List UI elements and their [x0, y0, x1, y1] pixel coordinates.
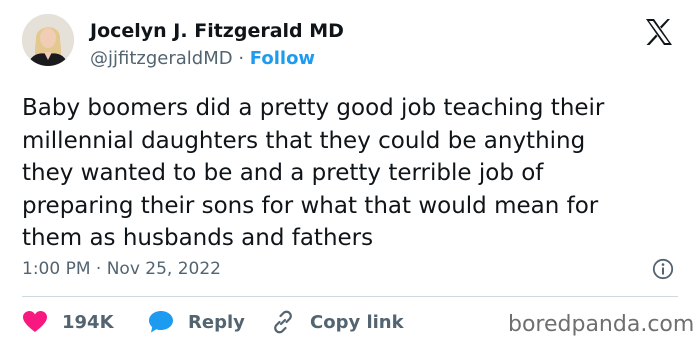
- link-icon: [274, 310, 292, 334]
- tweet-line: Baby boomers did a pretty good job teach…: [22, 95, 605, 121]
- like-button[interactable]: 194K: [22, 308, 114, 336]
- author-handle-row: @jjfitzgeraldMD · Follow: [90, 48, 315, 69]
- author-name[interactable]: Jocelyn J. Fitzgerald MD: [90, 20, 344, 42]
- like-count: 194K: [62, 311, 114, 333]
- tweet-timestamp[interactable]: 1:00 PM · Nov 25, 2022: [22, 259, 221, 279]
- tweet-line: millennial daughters that they could be …: [22, 127, 586, 154]
- info-icon[interactable]: [652, 258, 674, 280]
- x-logo-icon[interactable]: [644, 18, 674, 46]
- follow-button[interactable]: Follow: [250, 48, 315, 69]
- copy-link-label: Copy link: [310, 311, 404, 333]
- reply-button[interactable]: Reply: [148, 308, 245, 336]
- divider: [22, 296, 678, 297]
- reply-label: Reply: [188, 311, 245, 333]
- speech-bubble-icon: [149, 311, 173, 333]
- watermark: boredpanda.com: [508, 312, 695, 337]
- heart-icon: [23, 311, 47, 332]
- copy-link-button[interactable]: Copy link: [270, 308, 404, 336]
- tweet-line: them as husbands and fathers: [22, 225, 374, 251]
- tweet-text: Baby boomers did a pretty good job teach…: [22, 92, 682, 255]
- handle-separator: ·: [238, 48, 245, 69]
- avatar-image: [22, 14, 74, 66]
- tweet-line: preparing their sons for what that would…: [22, 192, 599, 219]
- avatar[interactable]: [22, 14, 74, 66]
- tweet-line: they wanted to be and a pretty terrible …: [22, 160, 544, 186]
- author-handle[interactable]: @jjfitzgeraldMD: [90, 48, 233, 69]
